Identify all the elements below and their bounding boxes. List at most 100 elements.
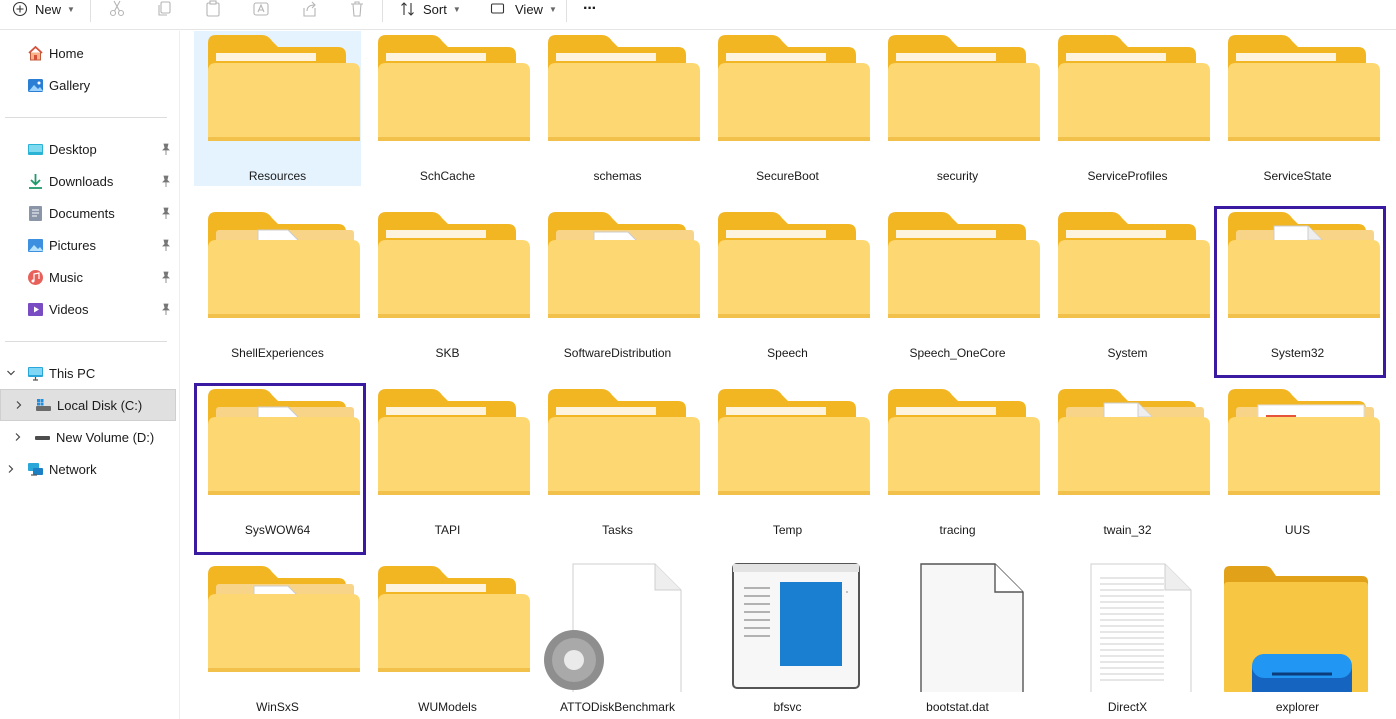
file-item-tasks[interactable]: Tasks — [534, 385, 701, 540]
file-name: TAPI — [434, 523, 461, 537]
sidebar-item-downloads[interactable]: Downloads — [0, 165, 176, 197]
folder-icon — [1044, 385, 1211, 515]
file-item-temp[interactable]: Temp — [704, 385, 871, 540]
sidebar-item-label: Documents — [49, 205, 115, 221]
pin-icon[interactable] — [161, 271, 171, 283]
file-item-schemas[interactable]: schemas — [534, 31, 701, 186]
chevron-right-icon[interactable] — [6, 464, 16, 474]
local-disk-icon — [36, 398, 51, 411]
file-item-security[interactable]: security — [874, 31, 1041, 186]
chevron-down-icon: ▼ — [67, 4, 75, 14]
sidebar-item-videos[interactable]: Videos — [0, 293, 176, 325]
file-item-twain-32[interactable]: twain_32 — [1044, 385, 1211, 540]
pin-icon[interactable] — [161, 303, 171, 315]
pin-icon[interactable] — [161, 175, 171, 187]
file-name: Tasks — [602, 523, 633, 537]
sidebar-divider — [5, 341, 167, 342]
sidebar-item-network[interactable]: Network — [0, 453, 176, 485]
copy-icon[interactable] — [156, 0, 174, 18]
config-file-icon — [534, 562, 701, 705]
pin-icon[interactable] — [161, 239, 171, 251]
file-name: ServiceProfiles — [1087, 169, 1168, 183]
chevron-down-icon[interactable] — [6, 368, 16, 378]
file-item-servicestate[interactable]: ServiceState — [1214, 31, 1381, 186]
view-button[interactable]: View ▼ — [490, 0, 557, 18]
file-name: WinSxS — [256, 700, 299, 714]
chevron-right-icon[interactable] — [14, 400, 24, 410]
sidebar-item-label: Gallery — [49, 77, 91, 93]
plus-circle-icon — [12, 1, 28, 17]
sidebar-item-label: Pictures — [49, 237, 96, 253]
file-name: Speech_OneCore — [909, 346, 1006, 360]
sidebar-item-documents[interactable]: Documents — [0, 197, 176, 229]
sidebar-item-pictures[interactable]: Pictures — [0, 229, 176, 261]
explorer-exe-icon — [1214, 562, 1381, 704]
file-item-bootstat-dat[interactable]: bootstat.dat — [874, 562, 1041, 717]
videos-icon — [28, 302, 43, 316]
network-icon — [28, 462, 43, 476]
file-item-winsxs[interactable]: WinSxS — [194, 562, 361, 717]
pictures-icon — [28, 238, 43, 252]
navigation-pane: Home Gallery Desktop Downloads Documents… — [0, 31, 180, 719]
sort-button[interactable]: Sort ▼ — [400, 0, 461, 18]
file-item-resources[interactable]: Resources — [194, 31, 361, 186]
file-item-tracing[interactable]: tracing — [874, 385, 1041, 540]
file-name: Speech — [767, 346, 808, 360]
file-item-attodiskbenchmark[interactable]: ATTODiskBenchmark — [534, 562, 701, 717]
rename-icon[interactable] — [252, 0, 270, 18]
sidebar-item-new-volume-d[interactable]: New Volume (D:) — [0, 421, 176, 453]
pin-icon[interactable] — [161, 143, 171, 155]
sidebar-item-label: Videos — [49, 301, 89, 317]
file-item-speech-onecore[interactable]: Speech_OneCore — [874, 208, 1041, 363]
cut-icon[interactable] — [108, 0, 126, 18]
sidebar-item-music[interactable]: Music — [0, 261, 176, 293]
folder-icon — [1044, 208, 1211, 338]
sidebar-item-this-pc[interactable]: This PC — [0, 357, 176, 389]
share-icon[interactable] — [300, 0, 318, 18]
sidebar-item-local-disk-c[interactable]: Local Disk (C:) — [0, 389, 176, 421]
sidebar-divider — [5, 117, 167, 118]
file-item-explorer[interactable]: explorer — [1214, 562, 1381, 717]
file-name: ShellExperiences — [231, 346, 324, 360]
file-name: ATTODiskBenchmark — [560, 700, 675, 714]
chevron-down-icon: ▼ — [548, 4, 557, 14]
sidebar-item-desktop[interactable]: Desktop — [0, 133, 176, 165]
delete-icon[interactable] — [348, 0, 366, 18]
file-item-softwaredistribution[interactable]: SoftwareDistribution — [534, 208, 701, 363]
file-item-serviceprofiles[interactable]: ServiceProfiles — [1044, 31, 1211, 186]
folder-icon — [1214, 385, 1381, 515]
chevron-right-icon[interactable] — [13, 432, 23, 442]
sidebar-item-gallery[interactable]: Gallery — [0, 69, 176, 101]
gallery-icon — [28, 78, 43, 92]
paste-icon[interactable] — [204, 0, 222, 18]
file-item-secureboot[interactable]: SecureBoot — [704, 31, 871, 186]
file-item-schcache[interactable]: SchCache — [364, 31, 531, 186]
sidebar-item-label: New Volume (D:) — [56, 429, 155, 445]
file-item-directx[interactable]: DirectX — [1044, 562, 1211, 717]
file-item-system[interactable]: System — [1044, 208, 1211, 363]
see-more-button[interactable]: ··· — [583, 0, 597, 18]
file-name: SKB — [435, 346, 460, 360]
selection-outline — [1214, 206, 1386, 378]
file-item-uus[interactable]: UUS — [1214, 385, 1381, 540]
file-item-wumodels[interactable]: WUModels — [364, 562, 531, 717]
folder-icon — [1214, 31, 1381, 161]
sidebar-item-label: Downloads — [49, 173, 114, 189]
sidebar-item-home[interactable]: Home — [0, 37, 176, 69]
sidebar-item-label: Music — [49, 269, 83, 285]
exe-icon — [704, 562, 871, 692]
file-name: schemas — [593, 169, 642, 183]
sidebar-item-label: Network — [49, 461, 97, 477]
folder-icon — [704, 31, 871, 161]
pin-icon[interactable] — [161, 207, 171, 219]
file-item-skb[interactable]: SKB — [364, 208, 531, 363]
sidebar-item-label: Local Disk (C:) — [57, 397, 143, 413]
toolbar-divider — [90, 0, 91, 22]
file-item-tapi[interactable]: TAPI — [364, 385, 531, 540]
file-item-speech[interactable]: Speech — [704, 208, 871, 363]
file-item-shellexperiences[interactable]: ShellExperiences — [194, 208, 361, 363]
folder-icon — [364, 562, 531, 692]
new-button[interactable]: New ▼ — [12, 0, 75, 18]
file-name: SchCache — [419, 169, 476, 183]
file-item-bfsvc[interactable]: bfsvc — [704, 562, 871, 717]
